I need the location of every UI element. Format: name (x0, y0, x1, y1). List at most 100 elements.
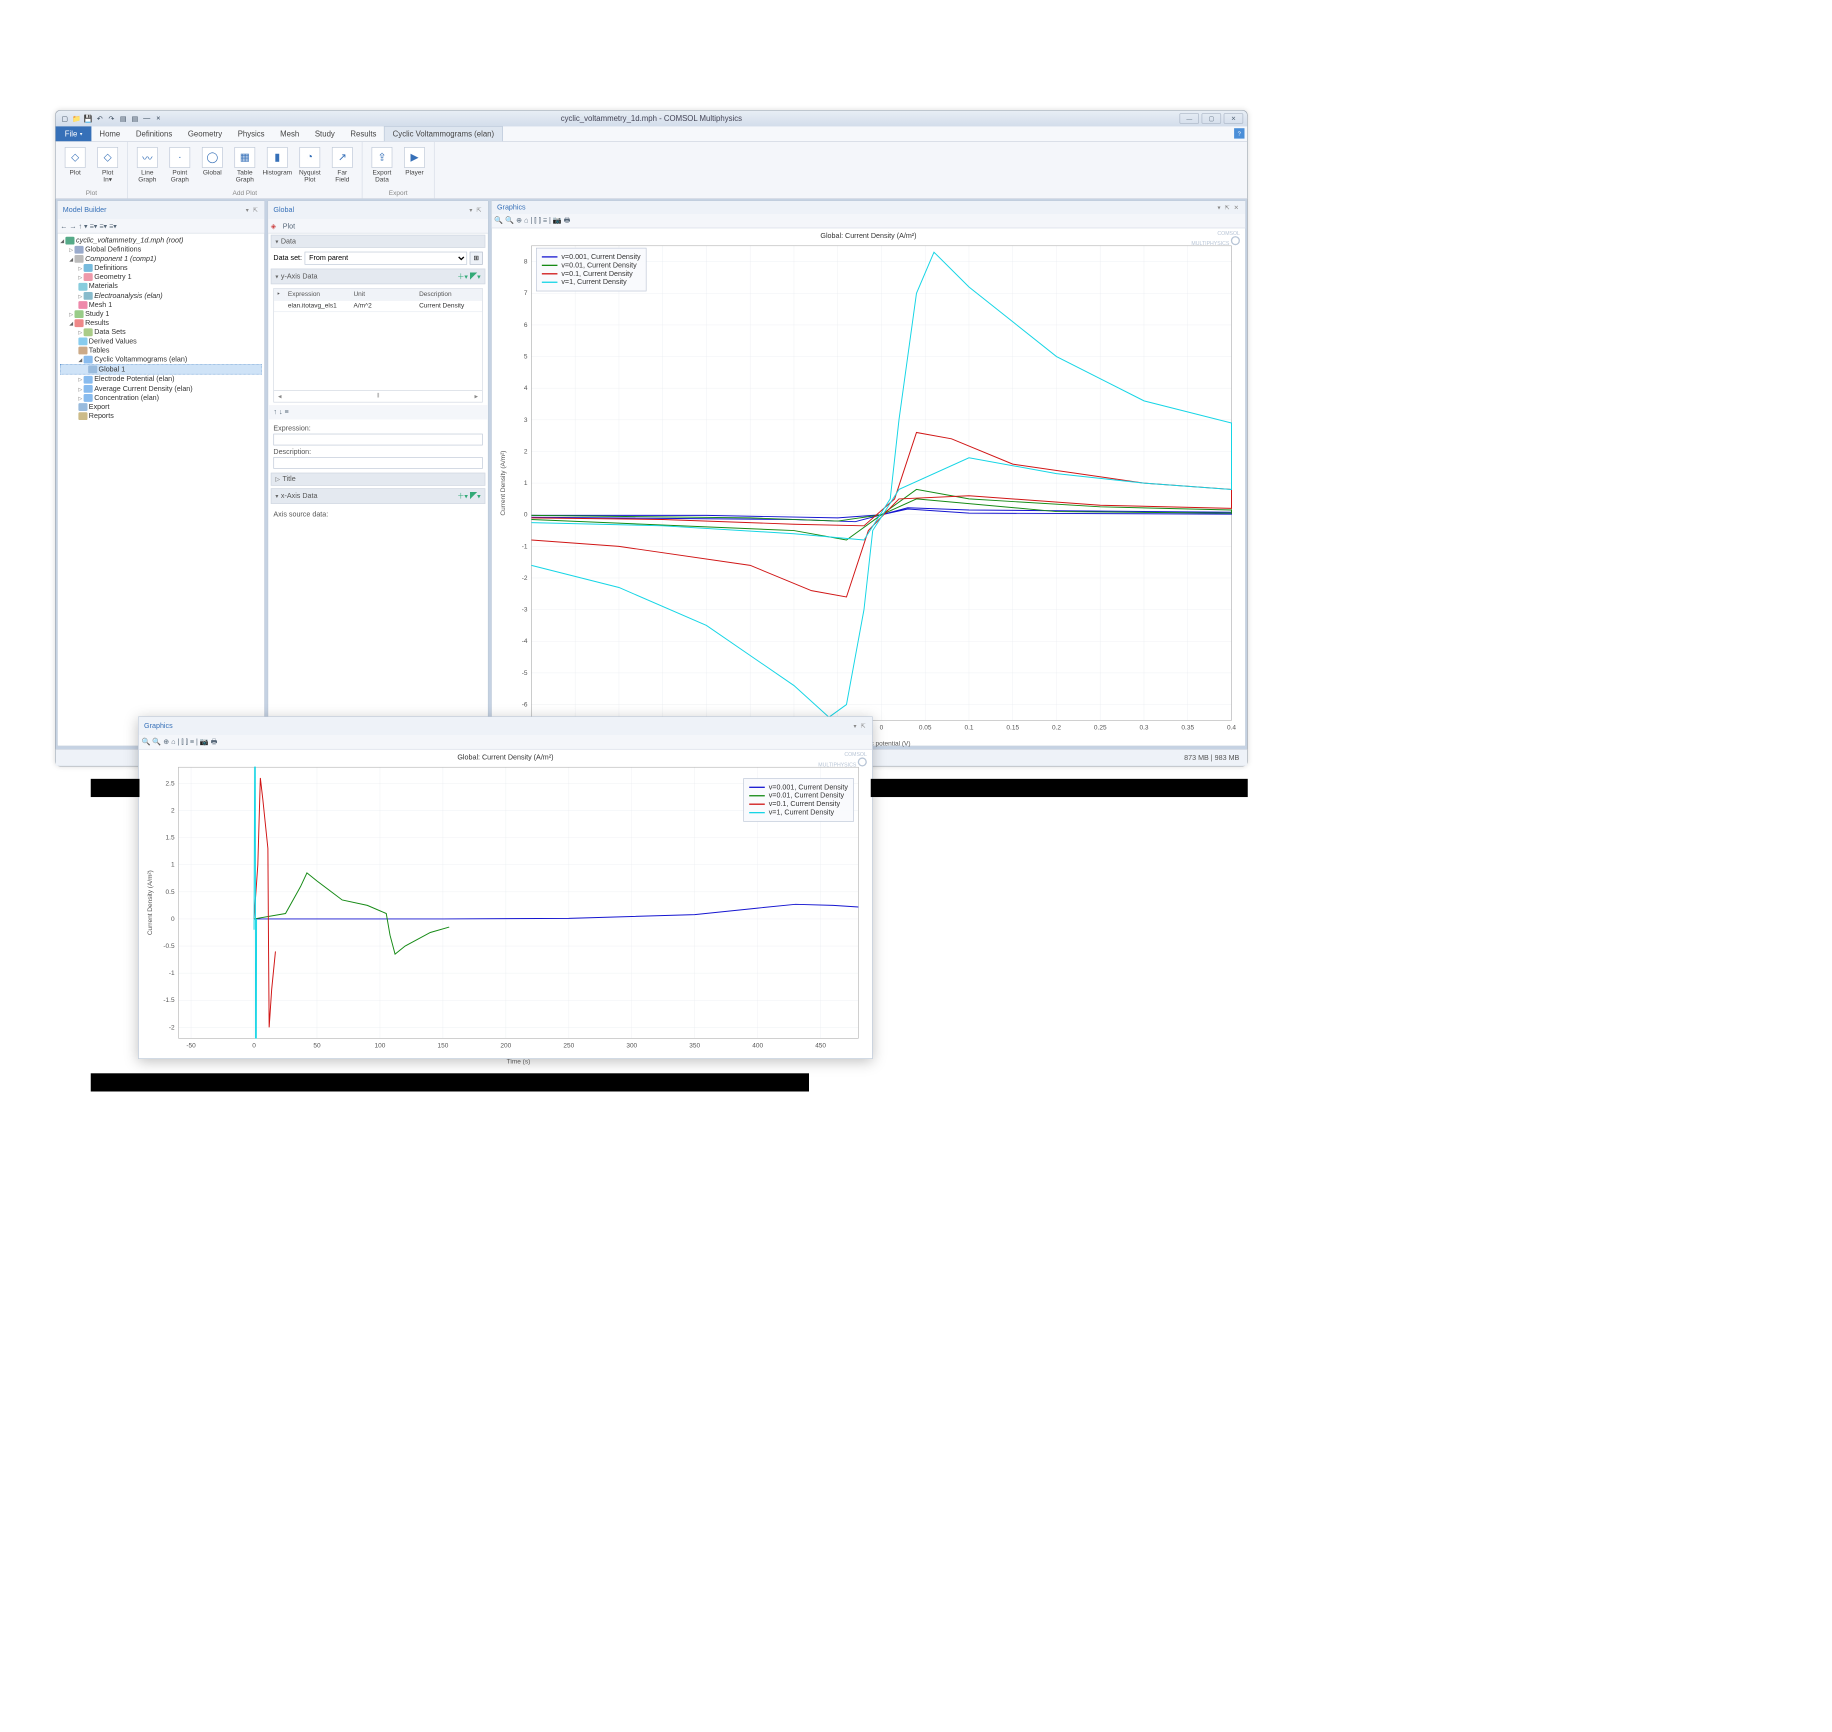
tree-node[interactable]: Geometry 1 (60, 273, 262, 282)
ribbon-global[interactable]: ◯Global (197, 144, 228, 190)
cv-plot[interactable]: -0.4-0.35-0.3-0.25-0.2-0.15-0.1-0.0500.0… (496, 243, 1242, 760)
tree-node[interactable]: Tables (60, 346, 262, 355)
svg-text:2.5: 2.5 (166, 780, 175, 787)
main-window: ▢📁💾↶↷▤▤—× cyclic_voltammetry_1d.mph - CO… (55, 110, 1248, 767)
ribbon-line-graph[interactable]: 〰LineGraph (132, 144, 163, 190)
menu-mesh[interactable]: Mesh (272, 126, 307, 141)
svg-text:Time (s): Time (s) (507, 1059, 531, 1066)
qat-button[interactable]: 📁 (71, 113, 81, 123)
minimize-button[interactable]: — (1180, 113, 1200, 123)
svg-text:-50: -50 (186, 1042, 196, 1049)
ribbon-export-data[interactable]: ⇪ExportData (366, 144, 397, 190)
y-axis-table[interactable]: ‣ExpressionUnitDescription elan.itotavg_… (273, 288, 482, 402)
tree-node[interactable]: Cyclic Voltammograms (elan) (60, 355, 262, 364)
ribbon-histogram[interactable]: ▮Histogram (262, 144, 293, 190)
svg-text:100: 100 (375, 1042, 386, 1049)
time-plot[interactable]: -50050100150200250300350400450-2-1.5-1-0… (143, 764, 868, 1068)
x-axis-section-header[interactable]: ▾x-Axis Data＋▾ ◤▾ (271, 488, 486, 504)
qat-button[interactable]: ↷ (106, 113, 116, 123)
model-builder-toolbar[interactable]: ← → ↑ ▾ ≡▾ ≡▾ ≡▾ (58, 219, 265, 233)
tree-node[interactable]: Reports (60, 411, 262, 420)
svg-text:7: 7 (524, 290, 528, 297)
tree-node[interactable]: Export (60, 402, 262, 411)
ribbon-nyquist-plot[interactable]: ◔NyquistPlot (294, 144, 325, 190)
menu-results[interactable]: Results (343, 126, 385, 141)
svg-text:-1: -1 (522, 543, 528, 550)
tree-node[interactable]: Electroanalysis (elan) (60, 291, 262, 300)
floating-graphics-window: Graphics▾ ⇱ 🔍 🔍 ⊕ ⌂ | ⫿ ⫿ ≡ | 📷 🖶 Global… (138, 716, 872, 1059)
svg-text:5: 5 (524, 354, 528, 361)
menu-geometry[interactable]: Geometry (180, 126, 230, 141)
ribbon-table-graph[interactable]: ▦TableGraph (229, 144, 260, 190)
menu-definitions[interactable]: Definitions (128, 126, 180, 141)
chart-title: Global: Current Density (A/m²) (143, 754, 868, 762)
ribbon-point-graph[interactable]: ·PointGraph (164, 144, 195, 190)
menu-home[interactable]: Home (92, 126, 128, 141)
panel-tools[interactable]: ▾ ⇱ ✕ (1217, 204, 1239, 211)
svg-text:-6: -6 (522, 701, 528, 708)
svg-text:0: 0 (171, 916, 175, 923)
svg-text:1.5: 1.5 (166, 835, 175, 842)
title-section-header[interactable]: ▷Title (271, 473, 486, 486)
tree-node[interactable]: Mesh 1 (60, 300, 262, 309)
svg-text:150: 150 (437, 1042, 448, 1049)
qat-button[interactable]: ▢ (60, 113, 70, 123)
tree-node[interactable]: Study 1 (60, 309, 262, 318)
plot-icon: ◇ (65, 147, 86, 168)
svg-text:6: 6 (524, 322, 528, 329)
tree-node[interactable]: Derived Values (60, 337, 262, 346)
graphics-toolbar[interactable]: 🔍 🔍 ⊕ ⌂ | ⫿ ⫿ ≡ | 📷 🖶 (139, 735, 872, 749)
qat-button[interactable]: ↶ (95, 113, 105, 123)
menu-physics[interactable]: Physics (230, 126, 272, 141)
data-section-header[interactable]: ▾Data (271, 235, 486, 248)
tree-node[interactable]: Results (60, 319, 262, 328)
qat-button[interactable]: 💾 (83, 113, 93, 123)
panel-tools[interactable]: ▾ ⇱ (469, 207, 482, 214)
tree-node[interactable]: Component 1 (comp1) (60, 254, 262, 263)
tree-node[interactable]: Average Current Density (elan) (60, 384, 262, 393)
expression-input[interactable] (273, 434, 482, 446)
ribbon-player[interactable]: ▶Player (399, 144, 430, 190)
tree-node[interactable]: Definitions (60, 264, 262, 273)
y-axis-section-header[interactable]: ▾y-Axis Data＋▾ ◤▾ (271, 269, 486, 285)
dataset-goto-button[interactable]: ⊞ (470, 252, 483, 265)
qat-button[interactable]: × (153, 113, 163, 123)
qat-button[interactable]: ▤ (118, 113, 128, 123)
model-builder-title: Model Builder (63, 206, 107, 214)
graphics-title: Graphics (497, 204, 526, 212)
tree-node[interactable]: Data Sets (60, 328, 262, 337)
point-graph-icon: · (169, 147, 190, 168)
dataset-label: Data set: (273, 254, 302, 262)
svg-text:-2: -2 (522, 575, 528, 582)
y-axis-row-tools[interactable]: ↑ ↓ ≡ (268, 405, 488, 419)
tree-node[interactable]: Electrode Potential (elan) (60, 375, 262, 384)
help-button[interactable]: ? (1234, 128, 1244, 138)
tree-node[interactable]: Concentration (elan) (60, 393, 262, 402)
dataset-select[interactable]: From parent (305, 252, 467, 265)
ribbon-far-field[interactable]: ↗FarField (327, 144, 358, 190)
qat-button[interactable]: ▤ (130, 113, 140, 123)
svg-text:200: 200 (500, 1042, 511, 1049)
panel-tools[interactable]: ▾ ⇱ (246, 207, 259, 214)
file-menu[interactable]: File (56, 126, 92, 141)
description-input[interactable] (273, 457, 482, 469)
tree-node[interactable]: Global 1 (60, 364, 262, 374)
ribbon-plot[interactable]: ◇Plot (60, 144, 91, 190)
tree-node[interactable]: Global Definitions (60, 245, 262, 254)
close-button[interactable]: ✕ (1224, 113, 1244, 123)
table-graph-icon: ▦ (234, 147, 255, 168)
tree-node[interactable]: Materials (60, 282, 262, 291)
tree-node[interactable]: cyclic_voltammetry_1d.mph (root) (60, 236, 262, 245)
panel-tools[interactable]: ▾ ⇱ (853, 723, 866, 730)
svg-text:8: 8 (524, 259, 528, 266)
qat-button[interactable]: — (141, 113, 151, 123)
maximize-button[interactable]: ▢ (1202, 113, 1222, 123)
player-icon: ▶ (404, 147, 425, 168)
svg-text:250: 250 (563, 1042, 574, 1049)
svg-text:2: 2 (171, 807, 175, 814)
graphics-toolbar[interactable]: 🔍 🔍 ⊕ ⌂ | ⫿ ⫿ ≡ | 📷 🖶 (492, 214, 1245, 228)
ribbon-plot-in-[interactable]: ◇PlotIn▾ (92, 144, 123, 190)
menu-study[interactable]: Study (307, 126, 343, 141)
menu-cyclic-voltammograms-elan-[interactable]: Cyclic Voltammograms (elan) (384, 126, 502, 141)
model-tree[interactable]: cyclic_voltammetry_1d.mph (root)Global D… (58, 234, 265, 424)
